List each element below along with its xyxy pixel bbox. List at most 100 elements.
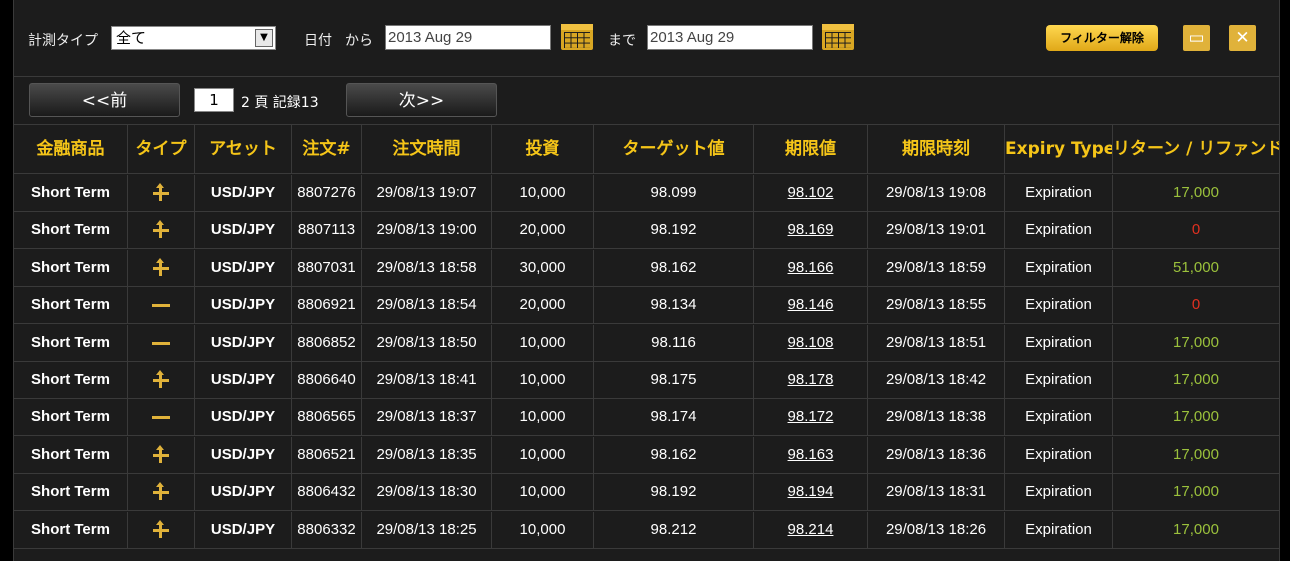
target-value-cell: 98.175 xyxy=(594,362,754,398)
table-row: Short Term USD/JPY 8806852 29/08/13 18:50 10… xyxy=(14,324,1279,362)
product-cell: Short Term xyxy=(14,287,128,324)
flat-line-icon xyxy=(151,297,171,313)
order-number-cell: 8806432 xyxy=(292,474,362,511)
column-header[interactable]: 投資 xyxy=(492,125,594,173)
asset-cell: USD/JPY xyxy=(195,474,292,511)
target-value-cell: 98.192 xyxy=(594,212,754,249)
order-time-cell: 29/08/13 18:41 xyxy=(362,362,492,398)
measure-type-label: 計測タイプ xyxy=(28,33,98,49)
filter-bar: 計測タイプ 全て ▼ 日付 から 2013 Aug 29 まで 2013 Aug… xyxy=(14,0,1279,77)
expiry-type-cell: Expiration xyxy=(1005,399,1113,436)
expiry-type-cell: Expiration xyxy=(1005,324,1113,361)
expiry-value-link[interactable]: 98.214 xyxy=(754,511,868,548)
expiry-type-cell: Expiration xyxy=(1005,212,1113,249)
column-header[interactable]: 注文時間 xyxy=(362,125,492,173)
expiry-time-cell: 29/08/13 19:01 xyxy=(868,212,1005,249)
print-icon[interactable]: ▭ xyxy=(1183,25,1210,51)
type-cell xyxy=(128,287,195,324)
column-header[interactable]: 期限値 xyxy=(754,125,868,173)
order-number-cell: 8807276 xyxy=(292,175,362,211)
product-cell: Short Term xyxy=(14,436,128,473)
return-cell: 51,000 xyxy=(1173,258,1219,276)
expiry-value-link[interactable]: 98.172 xyxy=(754,399,868,436)
expiry-time-cell: 29/08/13 18:31 xyxy=(868,474,1005,511)
to-date-input[interactable]: 2013 Aug 29 xyxy=(647,25,813,50)
order-number-cell: 8806332 xyxy=(292,511,362,548)
type-cell xyxy=(128,212,195,249)
table-row: Short Term USD/JPY 8806332 29/08/13 18:25 10… xyxy=(14,511,1279,549)
asset-cell: USD/JPY xyxy=(195,324,292,361)
column-header[interactable]: Expiry Type xyxy=(1005,125,1113,173)
expiry-value-link[interactable]: 98.169 xyxy=(754,212,868,249)
flat-line-icon xyxy=(151,335,171,351)
table-row: Short Term USD/JPY 8806432 29/08/13 18:30 10… xyxy=(14,474,1279,512)
table-row: Short Term USD/JPY 8806521 29/08/13 18:35 10… xyxy=(14,436,1279,474)
expiry-value-link[interactable]: 98.194 xyxy=(754,474,868,511)
type-cell xyxy=(128,436,195,473)
target-value-cell: 98.192 xyxy=(594,474,754,511)
next-page-button[interactable]: 次>> xyxy=(346,83,497,117)
order-time-cell: 29/08/13 18:37 xyxy=(362,399,492,436)
product-cell: Short Term xyxy=(14,362,128,398)
column-header[interactable]: 注文# xyxy=(292,125,362,173)
page-number-input[interactable]: 1 xyxy=(194,88,234,112)
expiry-type-cell: Expiration xyxy=(1005,362,1113,398)
excel-export-icon[interactable]: ✕ xyxy=(1229,25,1256,51)
investment-cell: 20,000 xyxy=(492,212,594,249)
expiry-value-link[interactable]: 98.108 xyxy=(754,324,868,361)
expiry-value-link[interactable]: 98.163 xyxy=(754,436,868,473)
product-cell: Short Term xyxy=(14,324,128,361)
measure-type-select[interactable]: 全て ▼ xyxy=(111,26,276,50)
type-cell xyxy=(128,324,195,361)
chevron-down-icon[interactable]: ▼ xyxy=(255,29,273,47)
arrow-up-icon xyxy=(151,370,171,389)
investment-cell: 10,000 xyxy=(492,436,594,473)
return-cell: 0 xyxy=(1191,221,1201,239)
calendar-icon[interactable] xyxy=(561,24,593,50)
clear-filter-button[interactable]: フィルター解除 xyxy=(1046,25,1158,51)
from-date-input[interactable]: 2013 Aug 29 xyxy=(385,25,551,50)
expiry-value-link[interactable]: 98.146 xyxy=(754,287,868,324)
asset-cell: USD/JPY xyxy=(195,175,292,211)
expiry-value-link[interactable]: 98.166 xyxy=(754,249,868,286)
history-panel: 計測タイプ 全て ▼ 日付 から 2013 Aug 29 まで 2013 Aug… xyxy=(13,0,1280,561)
target-value-cell: 98.099 xyxy=(594,175,754,211)
column-header[interactable]: 金融商品 xyxy=(14,125,128,173)
order-time-cell: 29/08/13 18:30 xyxy=(362,474,492,511)
asset-cell: USD/JPY xyxy=(195,399,292,436)
table-row: Short Term USD/JPY 8806640 29/08/13 18:41 10… xyxy=(14,362,1279,399)
order-time-cell: 29/08/13 18:54 xyxy=(362,287,492,324)
arrow-up-icon xyxy=(151,183,171,202)
column-header[interactable]: タイプ xyxy=(128,125,195,173)
return-cell: 0 xyxy=(1191,296,1201,314)
expiry-value-link[interactable]: 98.178 xyxy=(754,362,868,398)
order-number-cell: 8807113 xyxy=(292,212,362,249)
calendar-icon[interactable] xyxy=(822,24,854,50)
flat-line-icon xyxy=(151,409,171,425)
expiry-time-cell: 29/08/13 18:42 xyxy=(868,362,1005,398)
order-time-cell: 29/08/13 18:58 xyxy=(362,249,492,286)
product-cell: Short Term xyxy=(14,175,128,211)
column-header[interactable]: リターン / リファンド xyxy=(1113,125,1279,173)
order-number-cell: 8807031 xyxy=(292,249,362,286)
investment-cell: 30,000 xyxy=(492,249,594,286)
arrow-up-icon xyxy=(151,482,171,501)
order-number-cell: 8806565 xyxy=(292,399,362,436)
asset-cell: USD/JPY xyxy=(195,212,292,249)
type-cell xyxy=(128,175,195,211)
column-header[interactable]: ターゲット値 xyxy=(594,125,754,173)
column-header[interactable]: 期限時刻 xyxy=(868,125,1005,173)
expiry-time-cell: 29/08/13 18:55 xyxy=(868,287,1005,324)
investment-cell: 10,000 xyxy=(492,399,594,436)
return-cell: 17,000 xyxy=(1173,408,1219,426)
product-cell: Short Term xyxy=(14,399,128,436)
expiry-type-cell: Expiration xyxy=(1005,474,1113,511)
asset-cell: USD/JPY xyxy=(195,287,292,324)
order-time-cell: 29/08/13 18:50 xyxy=(362,324,492,361)
prev-page-button[interactable]: <<前 xyxy=(29,83,180,117)
expiry-value-link[interactable]: 98.102 xyxy=(754,175,868,211)
column-header[interactable]: アセット xyxy=(195,125,292,173)
investment-cell: 20,000 xyxy=(492,287,594,324)
expiry-time-cell: 29/08/13 18:38 xyxy=(868,399,1005,436)
table-header: 金融商品 タイプ アセット 注文# 注文時間 投資 ターゲット値 期限値 期限時… xyxy=(14,124,1279,174)
